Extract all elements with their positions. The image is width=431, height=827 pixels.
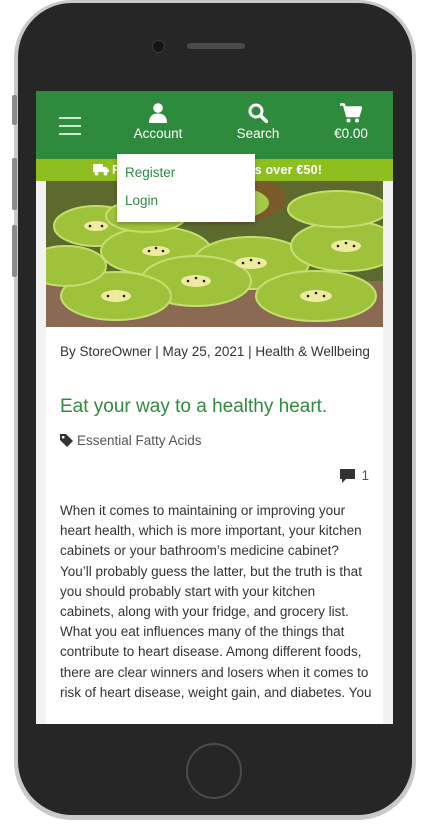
post-title[interactable]: Eat your way to a healthy heart. <box>60 396 380 418</box>
comment-icon <box>340 469 356 483</box>
post-tag-label: Essential Fatty Acids <box>77 433 202 448</box>
account-button[interactable]: Account <box>128 103 188 141</box>
comment-count-value: 1 <box>361 468 369 483</box>
register-link[interactable]: Register <box>125 165 175 180</box>
tag-icon <box>60 434 73 447</box>
volume-down-button <box>12 225 17 277</box>
account-label: Account <box>133 126 183 141</box>
post-excerpt: When it comes to maintaining or improvin… <box>60 503 372 700</box>
search-button[interactable]: Search <box>232 103 284 141</box>
site-header: Account Search €0.00 <box>36 91 393 159</box>
home-button[interactable] <box>186 743 242 799</box>
post-meta: By StoreOwner | May 25, 2021 | Health & … <box>60 344 370 359</box>
post-tag[interactable]: Essential Fatty Acids <box>60 433 202 448</box>
volume-up-button <box>12 158 17 210</box>
earpiece-speaker <box>187 43 245 49</box>
blog-post-card: By StoreOwner | May 25, 2021 | Health & … <box>46 181 383 724</box>
account-dropdown-menu: Register Login <box>117 154 255 222</box>
user-icon <box>149 103 167 123</box>
login-link[interactable]: Login <box>125 193 158 208</box>
truck-icon <box>93 164 109 176</box>
menu-icon[interactable] <box>59 117 81 135</box>
screen: Account Search €0.00 FREE deli <box>36 91 393 724</box>
search-icon <box>248 103 268 123</box>
search-label: Search <box>236 126 280 141</box>
mute-switch <box>12 95 17 125</box>
cart-icon <box>340 103 362 123</box>
comment-count[interactable]: 1 <box>340 468 369 483</box>
cart-total: €0.00 <box>334 126 368 141</box>
front-camera <box>152 40 165 53</box>
cart-button[interactable]: €0.00 <box>328 103 374 141</box>
